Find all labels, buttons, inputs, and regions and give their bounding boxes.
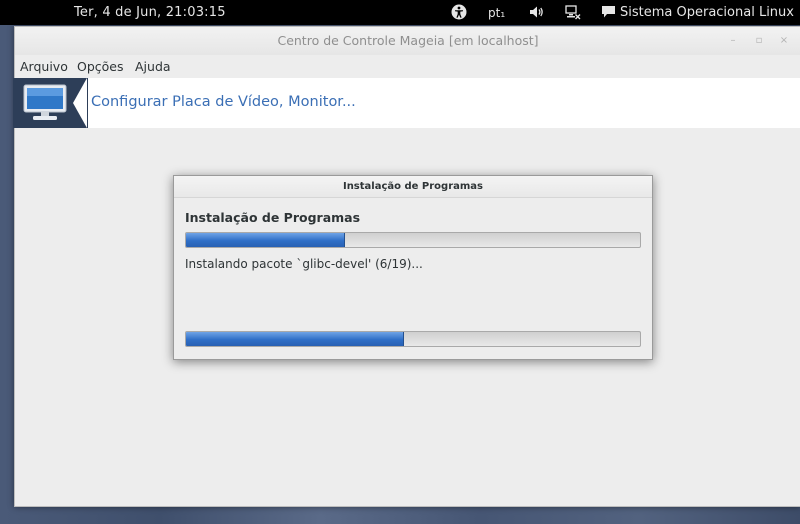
menu-opcoes[interactable]: Opções xyxy=(77,59,124,74)
close-icon[interactable]: × xyxy=(779,36,789,46)
install-progress-dialog: Instalação de Programas Instalação de Pr… xyxy=(173,175,653,360)
volume-icon[interactable] xyxy=(528,4,544,20)
menu-ajuda[interactable]: Ajuda xyxy=(135,59,171,74)
module-header: Configurar Placa de Vídeo, Monitor... xyxy=(13,78,800,128)
window-title: Centro de Controle Mageia [em localhost] xyxy=(277,33,539,48)
user-label: Sistema Operacional Linux xyxy=(620,5,794,20)
page-title: Configurar Placa de Vídeo, Monitor... xyxy=(91,94,356,110)
top-panel: Ter, 4 de Jun, 21:03:15 pt₁ Sistema Oper… xyxy=(0,0,800,25)
install-status-text: Instalando pacote `glibc-devel' (6/19)..… xyxy=(185,257,423,271)
chat-icon xyxy=(601,5,616,19)
overall-progress-fill xyxy=(186,332,404,346)
accessibility-icon[interactable] xyxy=(451,4,467,20)
overall-progress-bar xyxy=(185,331,641,347)
control-center-window: Centro de Controle Mageia [em localhost]… xyxy=(13,26,800,507)
maximize-icon[interactable]: ▫ xyxy=(754,36,764,46)
keyboard-layout-indicator[interactable]: pt₁ xyxy=(488,6,505,20)
monitor-icon xyxy=(23,84,67,126)
header-tab-notch xyxy=(73,78,87,128)
clock[interactable]: Ter, 4 de Jun, 21:03:15 xyxy=(74,5,226,20)
package-progress-bar xyxy=(185,232,641,248)
dialog-title[interactable]: Instalação de Programas xyxy=(174,176,652,198)
window-titlebar[interactable]: Centro de Controle Mageia [em localhost]… xyxy=(15,27,800,55)
menu-bar: Arquivo Opções Ajuda xyxy=(15,55,800,77)
menu-arquivo[interactable]: Arquivo xyxy=(20,59,68,74)
minimize-icon[interactable]: – xyxy=(728,36,738,46)
network-disconnected-icon[interactable] xyxy=(565,4,581,20)
package-progress-fill xyxy=(186,233,345,247)
dialog-heading: Instalação de Programas xyxy=(185,210,361,225)
